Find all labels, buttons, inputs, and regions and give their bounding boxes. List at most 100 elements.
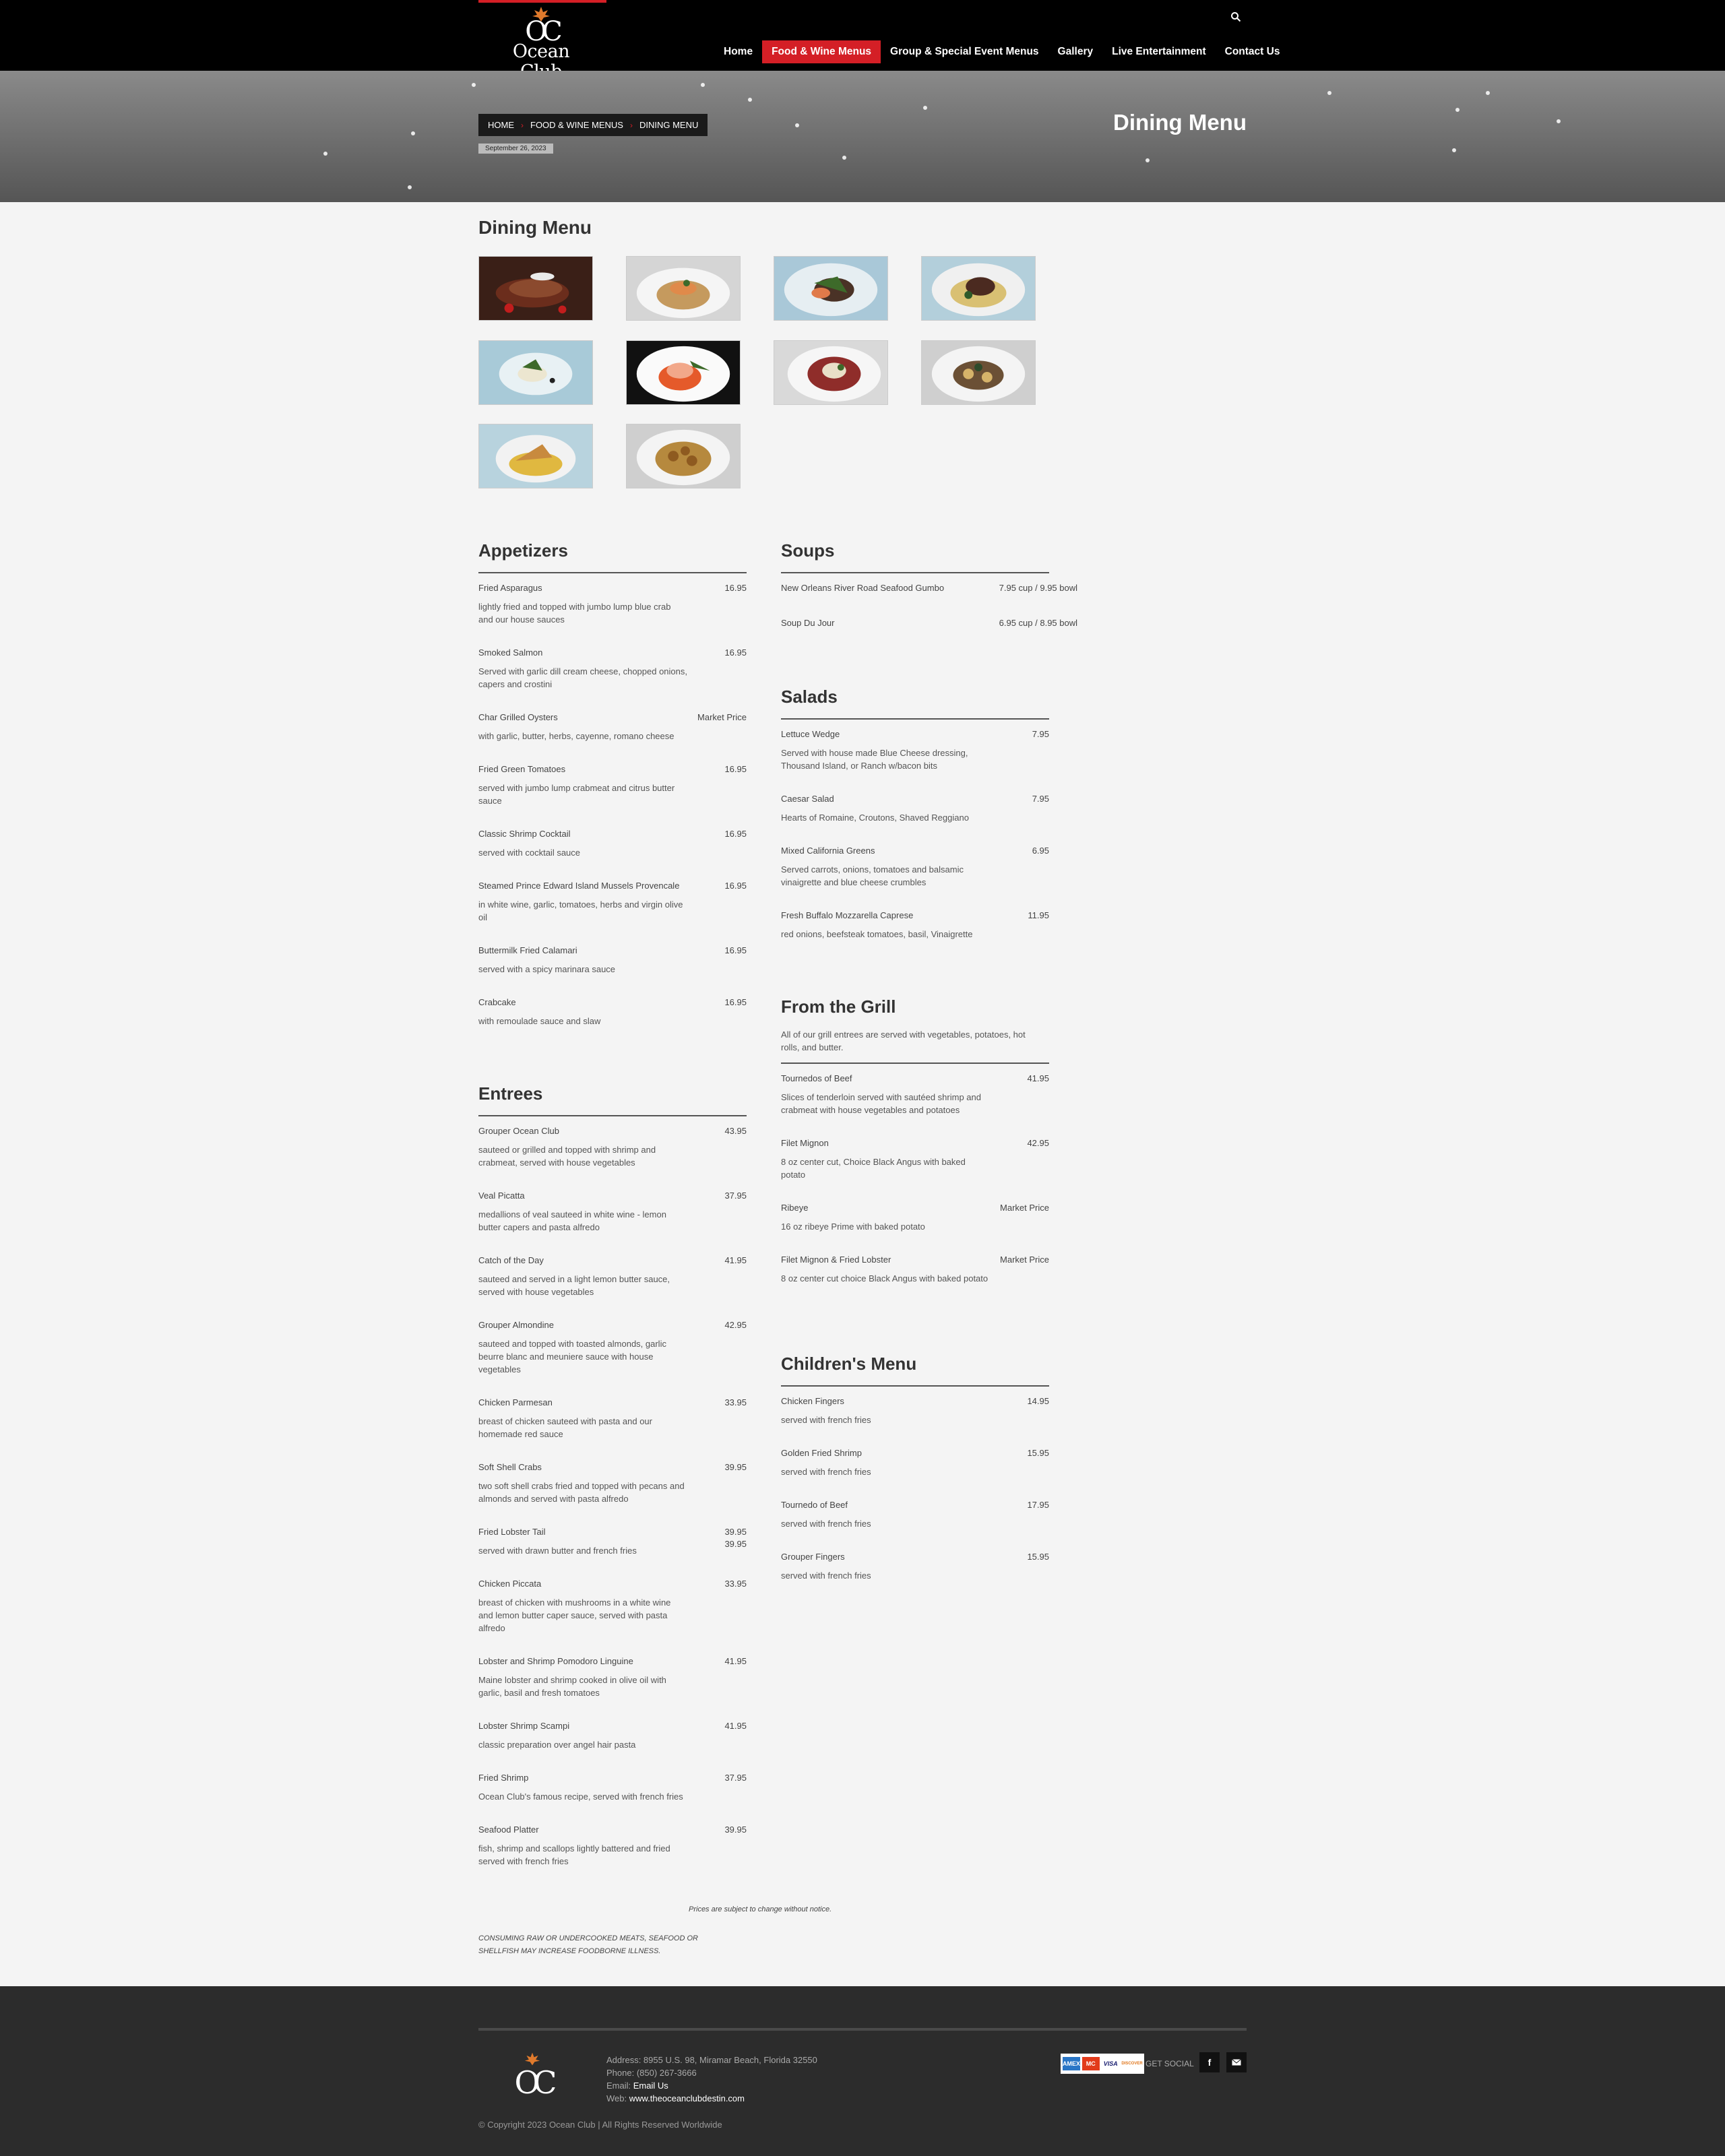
menu-item-name: Mixed California Greens	[781, 846, 875, 856]
footer-address: Address: 8955 U.S. 98, Miramar Beach, Fl…	[606, 2055, 817, 2065]
gallery-image[interactable]	[626, 424, 741, 488]
menu-item-description: lightly fried and topped with jumbo lump…	[478, 602, 671, 625]
nav-group-event-menus[interactable]: Group & Special Event Menus	[881, 40, 1048, 63]
menu-item: Filet Mignon 42.95 8 oz center cut, Choic…	[781, 1137, 1049, 1181]
food-safety-warning: CONSUMING RAW OR UNDERCOOKED MEATS, SEAF…	[478, 1934, 698, 1955]
menu-item-name: Fried Green Tomatoes	[478, 764, 566, 774]
menu-item-name: Tournedos of Beef	[781, 1073, 852, 1083]
search-icon[interactable]	[1230, 11, 1241, 22]
menu-item-description: with garlic, butter, herbs, cayenne, rom…	[478, 731, 675, 741]
footer-phone: Phone: (850) 267-3666	[606, 2068, 697, 2078]
gallery-image[interactable]	[478, 424, 593, 488]
snow-decoration	[472, 83, 476, 87]
menu-item-description: Hearts of Romaine, Croutons, Shaved Regg…	[781, 813, 969, 823]
breadcrumb-current: DINING MENU	[639, 120, 699, 130]
menu-item-name: Soft Shell Crabs	[478, 1462, 542, 1472]
menu-item-price: 11.95	[1028, 910, 1049, 920]
menu-item: Fried Lobster Tail 39.95 39.95 served wit…	[478, 1526, 747, 1557]
gallery-image[interactable]	[774, 256, 888, 321]
gallery-image[interactable]	[626, 340, 741, 405]
menu-item: Mixed California Greens 6.95 Served carro…	[781, 845, 1049, 889]
menu-item-name: Filet Mignon & Fried Lobster	[781, 1255, 891, 1265]
breadcrumb-food-wine[interactable]: FOOD & WINE MENUS	[530, 120, 623, 130]
footer-logo[interactable]: OC	[509, 2052, 557, 2106]
menu-item-name: Fried Shrimp	[478, 1773, 529, 1783]
menu-item: Soup Du Jour 6.95 cup / 8.95 bowl	[781, 617, 1077, 629]
email-icon[interactable]	[1226, 2052, 1247, 2072]
menu-item-price: 39.95	[724, 1462, 747, 1472]
menu-item-description: 8 oz center cut, Choice Black Angus with…	[781, 1157, 966, 1180]
section-divider	[781, 1063, 1049, 1064]
menu-item-price: 39.95	[724, 1825, 747, 1835]
header-accent-bar	[478, 0, 606, 3]
menu-item-price: 16.95	[724, 583, 747, 593]
menu-item-price: 43.95	[724, 1126, 747, 1136]
menu-item-description: served with french fries	[781, 1415, 871, 1425]
discover-card-icon: DISCOVER	[1121, 2057, 1143, 2070]
menu-item-price: 16.95	[724, 945, 747, 955]
menu-item-price: Market Price	[697, 712, 747, 722]
snow-decoration	[1452, 148, 1456, 152]
footer-email-label: Email:	[606, 2081, 631, 2091]
snow-decoration	[1455, 108, 1460, 112]
footer-email-row: Email: Email Us	[606, 2079, 817, 2092]
date-badge: September 26, 2023	[478, 144, 553, 154]
menu-item-description: served with french fries	[781, 1519, 871, 1529]
nav-gallery[interactable]: Gallery	[1048, 40, 1103, 63]
menu-item-name: Veal Picatta	[478, 1191, 525, 1201]
menu-item: Chicken Piccata 33.95 breast of chicken w…	[478, 1578, 747, 1635]
section-title-salads: Salads	[781, 687, 838, 707]
gallery-image[interactable]	[921, 256, 1036, 321]
breadcrumb-home[interactable]: HOME	[488, 120, 514, 130]
menu-item: Steamed Prince Edward Island Mussels Pro…	[478, 880, 747, 924]
menu-item-description: breast of chicken sauteed with pasta and…	[478, 1416, 652, 1439]
menu-item-name: Catch of the Day	[478, 1255, 544, 1265]
menu-item-name: Grouper Almondine	[478, 1320, 555, 1330]
menu-item-price: 37.95	[724, 1191, 747, 1201]
gallery-image[interactable]	[626, 256, 741, 321]
gallery-image[interactable]	[774, 340, 888, 405]
section-title-childrens: Children's Menu	[781, 1354, 917, 1374]
menu-item-name: Steamed Prince Edward Island Mussels Pro…	[478, 881, 680, 891]
facebook-icon[interactable]: f	[1199, 2052, 1220, 2072]
menu-item: Crabcake 16.95 with remoulade sauce and s…	[478, 996, 747, 1027]
footer-email-link[interactable]: Email Us	[633, 2081, 668, 2091]
menu-item: Fried Green Tomatoes 16.95 served with ju…	[478, 763, 747, 807]
menu-item-price: 33.95	[724, 1397, 747, 1407]
menu-item-name: Chicken Parmesan	[478, 1397, 553, 1407]
menu-item-price: 7.95 cup / 9.95 bowl	[999, 583, 1077, 593]
mastercard-icon: MC	[1082, 2057, 1100, 2070]
nav-food-wine-menus[interactable]: Food & Wine Menus	[762, 40, 881, 63]
menu-item: Veal Picatta 37.95 medallions of veal sau…	[478, 1190, 747, 1234]
snow-decoration	[411, 131, 415, 135]
section-title-entrees: Entrees	[478, 1083, 543, 1104]
menu-item-price-secondary: 39.95	[724, 1539, 747, 1549]
menu-item: Lettuce Wedge 7.95 Served with house made…	[781, 728, 1049, 772]
menu-item: Golden Fried Shrimp 15.95 served with fre…	[781, 1447, 1049, 1478]
section-title-appetizers: Appetizers	[478, 540, 568, 561]
menu-item: Tournedo of Beef 17.95 served with french…	[781, 1499, 1049, 1530]
menu-item-price: 6.95	[1032, 846, 1049, 856]
site-logo[interactable]: OC Ocean Club	[491, 7, 592, 82]
menu-item: Grouper Almondine 42.95 sauteed and toppe…	[478, 1319, 747, 1376]
nav-contact-us[interactable]: Contact Us	[1216, 40, 1290, 63]
page-title: Dining Menu	[1113, 110, 1247, 135]
gallery-image[interactable]	[921, 340, 1036, 405]
menu-item-description: two soft shell crabs fried and topped wi…	[478, 1481, 685, 1504]
gallery-image[interactable]	[478, 256, 593, 321]
menu-item-name: Filet Mignon	[781, 1138, 829, 1148]
menu-item-name: Smoked Salmon	[478, 647, 543, 658]
menu-item-price: Market Price	[1000, 1203, 1049, 1213]
gallery-image[interactable]	[478, 340, 593, 405]
menu-item-price: 42.95	[1027, 1138, 1049, 1148]
nav-home[interactable]: Home	[714, 40, 762, 63]
menu-item-name: Grouper Ocean Club	[478, 1126, 559, 1136]
menu-item-price: 14.95	[1027, 1396, 1049, 1406]
menu-item-price: 7.95	[1032, 729, 1049, 739]
menu-item: Char Grilled Oysters Market Price with ga…	[478, 711, 747, 742]
footer-web-link[interactable]: www.theoceanclubdestin.com	[629, 2093, 745, 2103]
menu-item-description: served with french fries	[781, 1571, 871, 1581]
snow-decoration	[1486, 91, 1490, 95]
nav-live-entertainment[interactable]: Live Entertainment	[1102, 40, 1216, 63]
menu-item-name: Crabcake	[478, 997, 516, 1007]
